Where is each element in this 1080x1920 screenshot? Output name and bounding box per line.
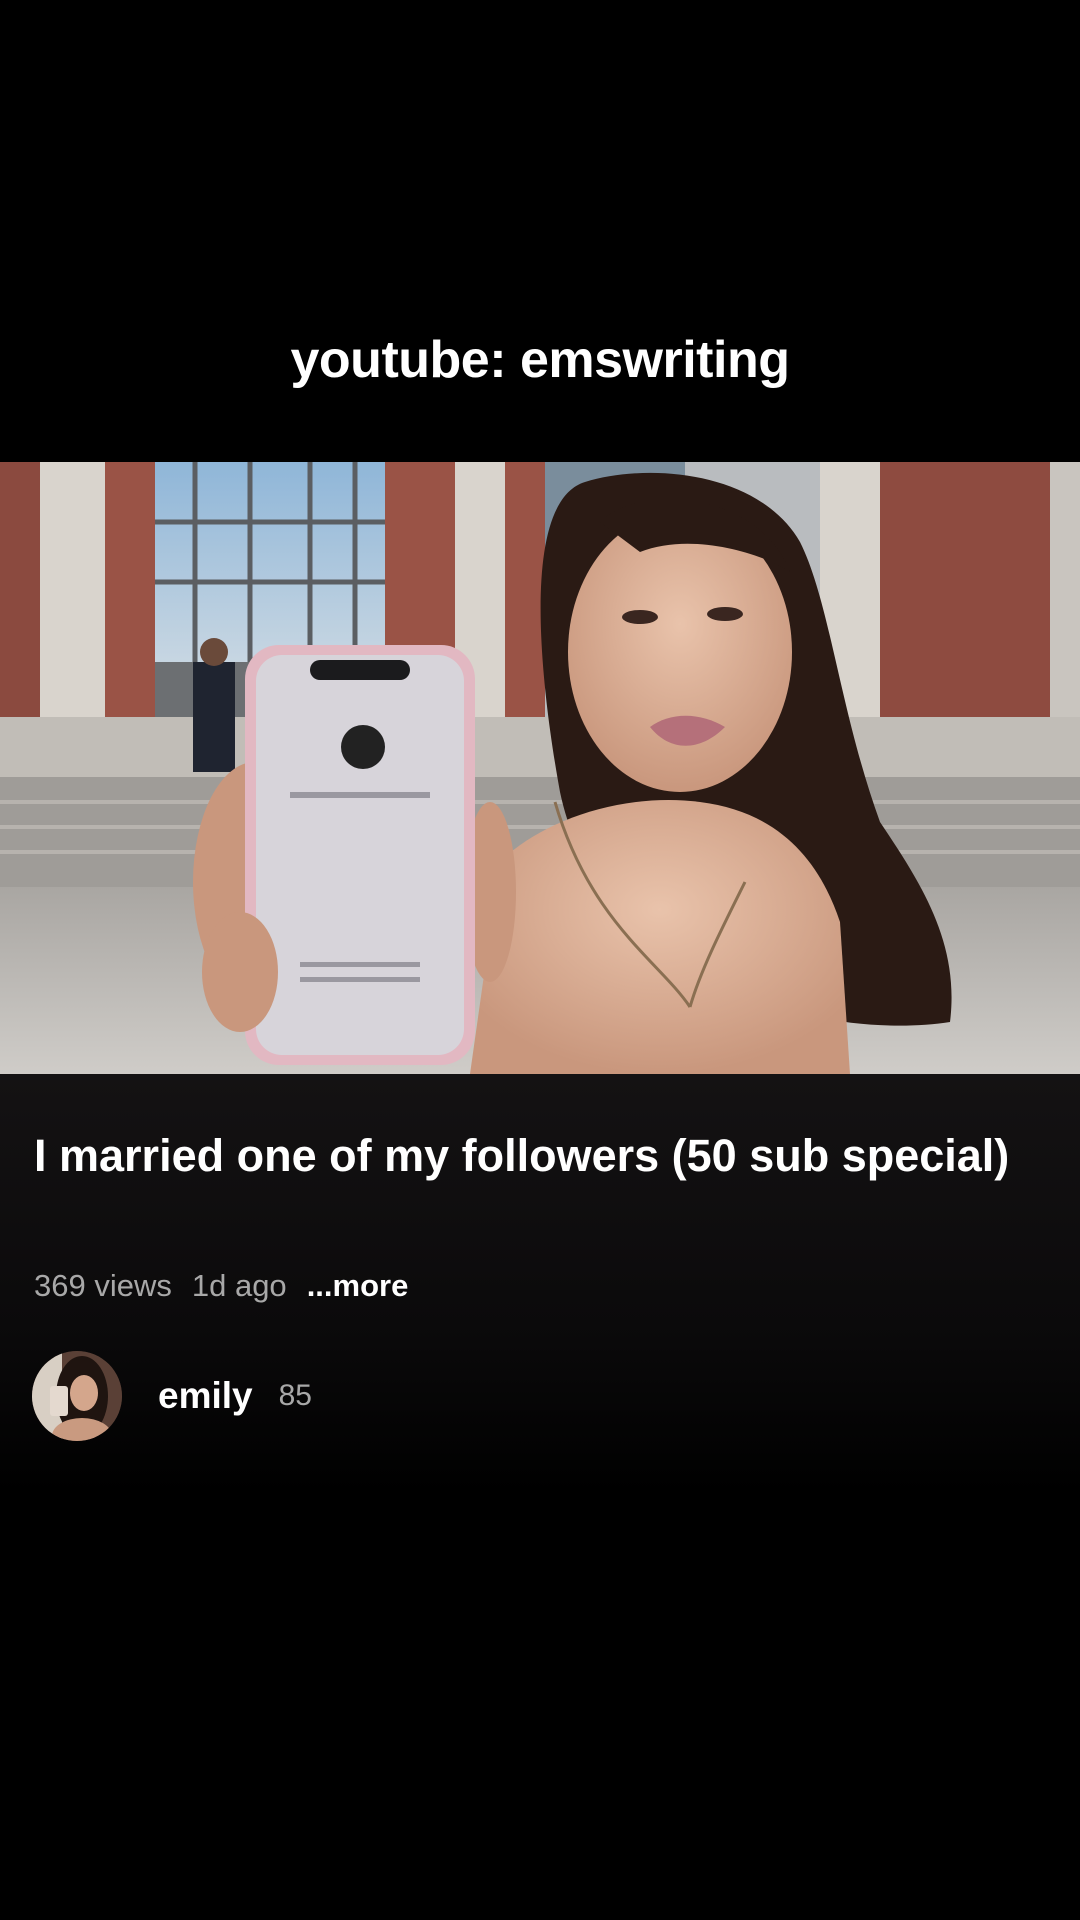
view-count: 369 views [34, 1268, 172, 1303]
avatar[interactable] [32, 1351, 122, 1441]
overlay-caption: youtube: emswriting [290, 331, 790, 389]
channel-row[interactable]: emily 85 [32, 1350, 312, 1442]
video-title[interactable]: I married one of my followers (50 sub sp… [34, 1126, 1034, 1185]
channel-name[interactable]: emily [158, 1375, 253, 1417]
subscriber-count: 85 [278, 1379, 312, 1412]
video-meta[interactable]: 369 views 1d ago ...more [34, 1266, 408, 1306]
more-button[interactable]: ...more [307, 1268, 409, 1304]
video-thumbnail [0, 462, 1080, 1074]
avatar-image [32, 1351, 122, 1441]
upload-age: 1d ago [191, 1268, 287, 1303]
video-player[interactable] [0, 462, 1080, 1074]
